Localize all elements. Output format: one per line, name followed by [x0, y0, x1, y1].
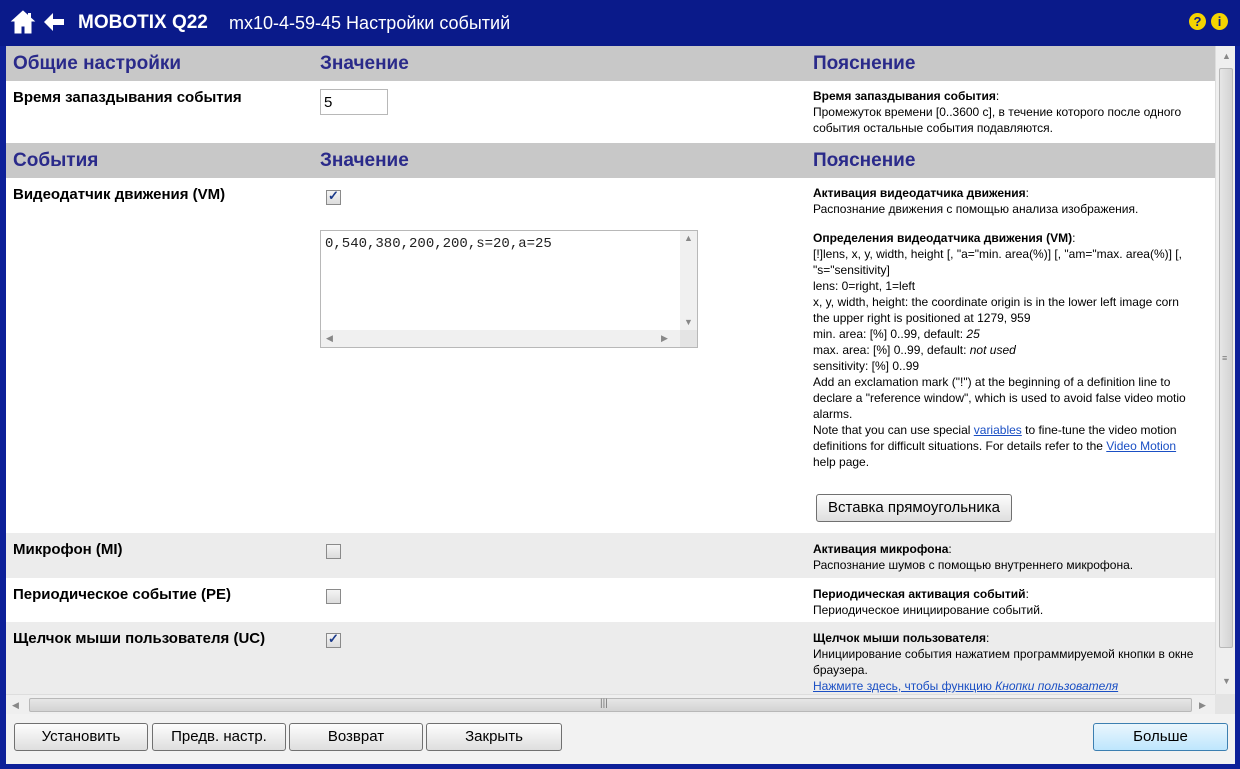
pe-label: Периодическое событие (PE) [13, 586, 232, 603]
uc-explain-text: Инициирование события нажатием программи… [813, 647, 1194, 661]
pe-explain-title: Периодическая активация событий [813, 587, 1026, 601]
note-prefix: Note that you can use special [813, 423, 974, 437]
general-section-header: Общие настройки Значение Пояснение [6, 46, 1215, 81]
set-button[interactable]: Установить [14, 723, 148, 751]
events-header-value: Значение [320, 150, 409, 171]
delay-explanation: Время запаздывания события: Промежуток в… [813, 88, 1215, 136]
general-header-explain: Пояснение [813, 53, 916, 74]
excl-line: declare a "reference window", which is u… [813, 391, 1186, 405]
scroll-down-arrow-icon[interactable]: ▼ [684, 317, 693, 327]
excl-line: alarms. [813, 407, 853, 421]
bottom-button-bar: Установить Предв. настр. Возврат Закрыть… [6, 714, 1235, 764]
app-window: MOBOTIX Q22 mx10-4-59-45 Настройки событ… [0, 0, 1240, 769]
horizontal-scroll-thumb[interactable]: ||| [29, 698, 1192, 712]
info-icon[interactable]: i [1211, 13, 1228, 30]
general-header-value: Значение [320, 53, 409, 74]
vm-def-line: [!]lens, x, y, width, height [, "a="min.… [813, 247, 1182, 261]
vm-explain-text: Распознание движения с помощью анализа и… [813, 202, 1139, 216]
help-icon[interactable]: ? [1189, 13, 1206, 30]
delay-row: Время запаздывания события 5 Время запаз… [6, 81, 1215, 143]
vertical-scrollbar[interactable]: ▲ ≡ ▼ [1215, 46, 1235, 694]
sensitivity-line: sensitivity: [%] 0..99 [813, 359, 920, 373]
variables-link[interactable]: variables [974, 423, 1022, 437]
vm-checkbox[interactable]: ✓ [326, 188, 341, 205]
brand-name: MOBOTIX Q22 [78, 12, 208, 33]
page-title: mx10-4-59-45 Настройки событий [229, 13, 511, 33]
mi-explanation: Активация микрофона: Распознание шумов с… [813, 541, 1215, 573]
video-motion-link[interactable]: Video Motion [1106, 439, 1176, 453]
scroll-down-arrow-icon[interactable]: ▼ [1222, 676, 1231, 686]
delay-explain-text: Промежуток времени [0..3600 с], в течени… [813, 105, 1182, 135]
vm-explanation: Активация видеодатчика движения: Распозн… [813, 185, 1215, 470]
user-buttons-link[interactable]: Нажмите здесь, чтобы функцию Кнопки поль… [813, 679, 1118, 693]
vm-def-line: the upper right is positioned at 1279, 9… [813, 311, 1031, 325]
max-area-prefix: max. area: [%] 0..99, default: [813, 343, 970, 357]
more-button[interactable]: Больше [1093, 723, 1228, 751]
mi-checkbox[interactable] [326, 544, 341, 559]
events-section-header: События Значение Пояснение [6, 143, 1215, 178]
delay-label: Время запаздывания события [13, 89, 242, 106]
note-line3: help page. [813, 455, 870, 469]
restore-button[interactable]: Возврат [289, 723, 423, 751]
back-arrow-icon[interactable] [42, 11, 66, 33]
textarea-vertical-scrollbar[interactable]: ▲ ▼ [680, 231, 697, 331]
vm-row: Видеодатчик движения (VM) ✓ 0,540,380,20… [6, 178, 1215, 533]
delay-input[interactable]: 5 [320, 89, 388, 115]
uc-explanation: Щелчок мыши пользователя: Инициирование … [813, 630, 1215, 694]
vm-definition-textarea[interactable]: 0,540,380,200,200,s=20,a=25 ▲ ▼ ◀ ▶ [320, 230, 698, 348]
mi-explain-text: Распознание шумов с помощью внутреннего … [813, 558, 1134, 572]
uc-explain-title: Щелчок мыши пользователя [813, 631, 987, 645]
note-line2: definitions for difficult situations. Fo… [813, 439, 1107, 453]
vm-definition-text: 0,540,380,200,200,s=20,a=25 [325, 236, 552, 252]
scroll-left-arrow-icon[interactable]: ◀ [326, 333, 333, 344]
defaults-button[interactable]: Предв. настр. [152, 723, 286, 751]
mi-label: Микрофон (MI) [13, 541, 123, 558]
scroll-right-arrow-icon[interactable]: ▶ [661, 333, 668, 344]
scroll-up-arrow-icon[interactable]: ▲ [684, 233, 693, 243]
min-area-prefix: min. area: [%] 0..99, default: [813, 327, 967, 341]
home-icon[interactable] [10, 9, 36, 35]
uc-label: Щелчок мыши пользователя (UC) [13, 630, 266, 647]
close-button[interactable]: Закрыть [426, 723, 562, 751]
pe-row: Периодическое событие (PE) Периодическая… [6, 578, 1215, 622]
vm-def-line: x, y, width, height: the coordinate orig… [813, 295, 1179, 309]
vm-label: Видеодатчик движения (VM) [13, 186, 226, 203]
mi-row: Микрофон (MI) Активация микрофона: Распо… [6, 533, 1215, 578]
scroll-up-arrow-icon[interactable]: ▲ [1222, 51, 1231, 61]
excl-line: Add an exclamation mark ("!") at the beg… [813, 375, 1171, 389]
vm-def-title: Определения видеодатчика движения (VM) [813, 231, 1073, 245]
settings-content: Общие настройки Значение Пояснение Время… [6, 46, 1215, 694]
min-area-default: 25 [966, 327, 980, 341]
scroll-left-arrow-icon[interactable]: ◀ [12, 700, 19, 711]
scroll-corner [1215, 694, 1235, 714]
insert-rectangle-button[interactable]: Вставка прямоугольника [816, 494, 1012, 522]
title-bar: MOBOTIX Q22 mx10-4-59-45 Настройки событ… [0, 0, 1240, 46]
events-header-explain: Пояснение [813, 150, 916, 171]
uc-explain-text2: браузера. [813, 663, 868, 677]
scroll-right-arrow-icon[interactable]: ▶ [1199, 700, 1206, 711]
vertical-scroll-thumb[interactable]: ≡ [1219, 68, 1233, 648]
vm-explain-title: Активация видеодатчика движения [813, 186, 1026, 200]
delay-explain-title: Время запаздывания события [813, 89, 996, 103]
events-header-title: События [13, 150, 99, 171]
vm-def-line: lens: 0=right, 1=left [813, 279, 916, 293]
uc-checkbox[interactable]: ✓ [326, 631, 341, 648]
note-mid: to fine-tune the video motion [1021, 423, 1177, 437]
mi-explain-title: Активация микрофона [813, 542, 949, 556]
pe-checkbox[interactable] [326, 589, 341, 604]
grip-icon: ≡ [1222, 353, 1228, 363]
user-buttons-link-em: Кнопки пользователя [995, 679, 1119, 693]
pe-explain-text: Периодическое инициирование событий. [813, 603, 1044, 617]
vm-def-line: "s="sensitivity] [813, 263, 890, 277]
max-area-default: not used [969, 343, 1016, 357]
uc-row: Щелчок мыши пользователя (UC) ✓ Щелчок м… [6, 622, 1215, 694]
general-header-title: Общие настройки [13, 53, 182, 74]
horizontal-scrollbar[interactable]: ◀ ||| ▶ [6, 694, 1215, 714]
user-buttons-link-prefix: Нажмите здесь, чтобы функцию [813, 679, 996, 693]
textarea-scroll-corner [680, 330, 697, 347]
pe-explanation: Периодическая активация событий: Периоди… [813, 586, 1215, 618]
settings-frame: Общие настройки Значение Пояснение Время… [6, 46, 1235, 714]
grip-icon: ||| [600, 698, 608, 709]
textarea-horizontal-scrollbar[interactable]: ◀ ▶ [321, 330, 682, 347]
